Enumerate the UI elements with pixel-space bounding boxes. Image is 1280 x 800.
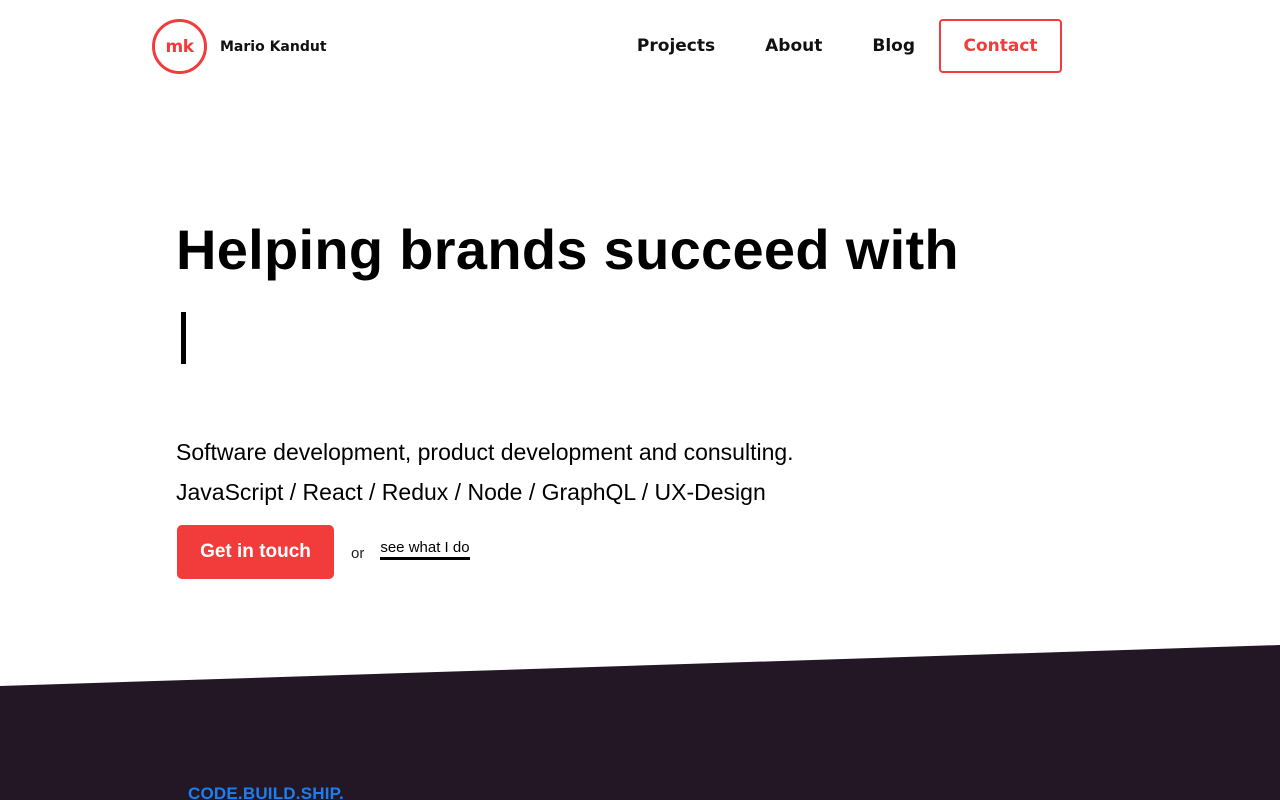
nav-link-blog[interactable]: Blog	[872, 36, 915, 56]
cta-row: Get in touch or see what I do	[177, 525, 470, 579]
nav-link-projects[interactable]: Projects	[637, 36, 715, 56]
see-what-i-do-link[interactable]: see what I do	[380, 539, 470, 560]
logo-link[interactable]: mk Mario Kandut	[152, 19, 327, 74]
hero-subtitle-line1: Software development, product developmen…	[176, 439, 794, 465]
contact-button[interactable]: Contact	[939, 19, 1062, 73]
logo-name: Mario Kandut	[220, 38, 327, 55]
hero-title: Helping brands succeed with	[176, 218, 959, 281]
main-nav: Projects About Blog Contact	[637, 19, 1062, 73]
dark-section	[0, 0, 1280, 800]
typing-cursor	[181, 312, 186, 364]
get-in-touch-button[interactable]: Get in touch	[177, 525, 334, 579]
hero-subtitle: Software development, product developmen…	[176, 432, 794, 512]
logo-mark: mk	[152, 19, 207, 74]
nav-link-about[interactable]: About	[765, 36, 822, 56]
hero-subtitle-line2: JavaScript / React / Redux / Node / Grap…	[176, 479, 766, 505]
cta-or-label: or	[351, 544, 365, 562]
slanted-background	[0, 645, 1280, 800]
section-tagline: CODE.BUILD.SHIP.	[188, 784, 344, 800]
